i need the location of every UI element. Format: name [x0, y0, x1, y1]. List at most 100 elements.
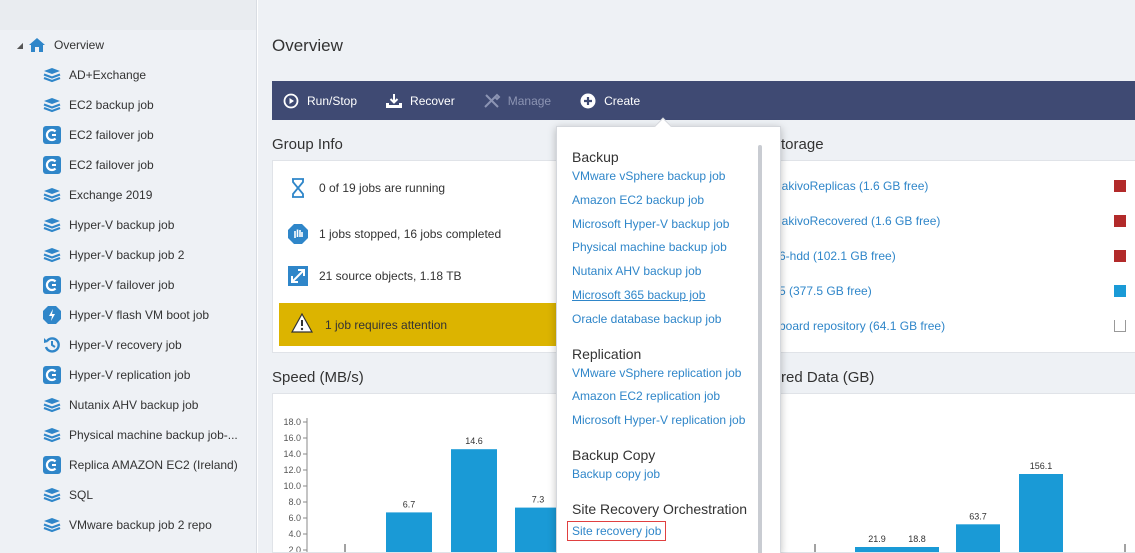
menu-item[interactable]: Physical machine backup job: [572, 240, 727, 254]
bar: [855, 547, 899, 552]
source-objects-text: 21 source objects, 1.18 TB: [319, 269, 462, 283]
sidebar-item-job[interactable]: Hyper-V replication job: [0, 360, 256, 390]
bar-value-label: 156.1: [1030, 461, 1053, 471]
manage-button[interactable]: Manage: [483, 92, 551, 110]
bar-value-label: 21.9: [868, 534, 886, 544]
menu-item[interactable]: Site recovery job: [567, 520, 667, 541]
dropdown-scrollbar[interactable]: [758, 145, 762, 553]
sidebar-item-label: Hyper-V recovery job: [69, 338, 182, 352]
replication-job-icon: [43, 456, 61, 474]
attention-text: 1 job requires attention: [325, 317, 448, 332]
storage-row[interactable]: 5 (377.5 GB free): [775, 281, 1135, 301]
y-tick-label: 14.0: [283, 449, 301, 459]
menu-item[interactable]: Backup copy job: [572, 467, 660, 481]
sidebar-item-job[interactable]: Hyper-V backup job: [0, 210, 256, 240]
storage-row[interactable]: 6-hdd (102.1 GB free): [775, 246, 1135, 266]
storage-row[interactable]: lakivoRecovered (1.6 GB free): [775, 211, 1135, 231]
menu-section-heading: Backup: [572, 149, 619, 165]
storage-usage-swatch: [1114, 215, 1126, 227]
menu-section-heading: Site Recovery Orchestration: [572, 500, 748, 517]
tools-icon: [483, 92, 501, 110]
menu-item[interactable]: Nutanix AHV backup job: [572, 264, 701, 278]
sidebar-item-job[interactable]: Exchange 2019: [0, 180, 256, 210]
menu-section-heading: Backup Copy: [572, 447, 656, 463]
backup-job-icon: [43, 96, 61, 114]
sidebar-item-label: Hyper-V replication job: [69, 368, 191, 382]
bar-value-label: 7.3: [532, 495, 545, 505]
sidebar-item-job[interactable]: Nutanix AHV backup job: [0, 390, 256, 420]
running-jobs-row: 0 of 19 jobs are running: [273, 177, 445, 199]
sidebar: ◢ Overview AD+Exchange EC2 backup job EC2 …: [0, 0, 257, 553]
sidebar-item-job[interactable]: SQL: [0, 480, 256, 510]
group-info-title: Group Info: [272, 136, 343, 153]
sidebar-item-job[interactable]: VMware backup job 2 repo: [0, 510, 256, 540]
stopped-jobs-text: 1 jobs stopped, 16 jobs completed: [319, 227, 502, 241]
recover-label: Recover: [410, 93, 455, 108]
menu-item[interactable]: VMware vSphere replication job: [572, 366, 741, 380]
storage-panel: lakivoReplicas (1.6 GB free) lakivoRecove…: [774, 160, 1135, 353]
backup-job-icon: [43, 516, 61, 534]
bar: [1019, 474, 1063, 552]
menu-item[interactable]: Microsoft Hyper-V replication job: [572, 413, 745, 427]
stop-hand-icon: [287, 223, 309, 245]
sidebar-item-job[interactable]: Hyper-V backup job 2: [0, 240, 256, 270]
attention-banner[interactable]: 1 job requires attention: [279, 303, 569, 346]
run-stop-button[interactable]: Run/Stop: [282, 92, 357, 110]
menu-item[interactable]: Microsoft 365 backup job: [572, 288, 705, 302]
bar-value-label: 18.8: [908, 534, 926, 544]
menu-item[interactable]: Microsoft Hyper-V backup job: [572, 217, 729, 231]
sidebar-item-label: Physical machine backup job-...: [69, 428, 238, 442]
menu-item[interactable]: Oracle database backup job: [572, 312, 721, 326]
backup-job-icon: [43, 186, 61, 204]
sidebar-item-job[interactable]: Physical machine backup job-...: [0, 420, 256, 450]
sidebar-item-label: Replica AMAZON EC2 (Ireland): [69, 458, 238, 472]
sidebar-item-job[interactable]: Hyper-V flash VM boot job: [0, 300, 256, 330]
resize-arrows-icon: [287, 265, 309, 287]
create-label: Create: [604, 93, 641, 108]
stored-data-chart-panel: 21.9 18.8 63.7 156.1: [774, 393, 1135, 553]
collapse-caret-icon[interactable]: ◢: [14, 41, 26, 50]
storage-label[interactable]: lakivoRecovered (1.6 GB free): [779, 214, 940, 228]
storage-label[interactable]: 5 (377.5 GB free): [779, 284, 872, 298]
storage-usage-swatch: [1114, 285, 1126, 297]
sidebar-item-label: Hyper-V flash VM boot job: [69, 308, 210, 322]
sidebar-item-job[interactable]: EC2 failover job: [0, 120, 256, 150]
create-button[interactable]: Create: [579, 92, 640, 110]
recover-button[interactable]: Recover: [385, 92, 455, 110]
sidebar-top-strip: [0, 0, 256, 30]
running-jobs-text: 0 of 19 jobs are running: [319, 181, 446, 195]
sidebar-item-label: Hyper-V backup job 2: [69, 248, 185, 262]
sidebar-item-job[interactable]: Replica AMAZON EC2 (Ireland): [0, 450, 256, 480]
storage-label[interactable]: lakivoReplicas (1.6 GB free): [779, 179, 928, 193]
sidebar-item-job[interactable]: Hyper-V recovery job: [0, 330, 256, 360]
speed-chart: 18.0 16.0 14.0 12.0 10.0 8.0 6.0 4.0 2.0 6.7 14.6 7…: [283, 417, 561, 552]
sidebar-item-job[interactable]: EC2 failover job: [0, 150, 256, 180]
sidebar-item-job[interactable]: EC2 backup job: [0, 90, 256, 120]
bar-value-label: 14.6: [465, 436, 483, 446]
bar-value-label: 63.7: [969, 511, 987, 521]
storage-row[interactable]: lakivoReplicas (1.6 GB free): [775, 176, 1135, 196]
y-tick-label: 12.0: [283, 465, 301, 475]
manage-label: Manage: [507, 93, 552, 108]
failover-job-icon: [43, 126, 61, 144]
recovery-job-icon: [43, 336, 61, 354]
sidebar-item-job[interactable]: Hyper-V failover job: [0, 270, 256, 300]
bar: [386, 512, 432, 552]
failover-job-icon: [43, 156, 61, 174]
speed-chart-panel: 18.0 16.0 14.0 12.0 10.0 8.0 6.0 4.0 2.0 6.7 14.6 7…: [272, 393, 572, 553]
sidebar-item-job[interactable]: AD+Exchange: [0, 60, 256, 90]
sidebar-item-label: Overview: [54, 38, 105, 52]
sidebar-item-overview[interactable]: ◢ Overview: [0, 30, 256, 60]
y-tick-label: 18.0: [283, 417, 301, 427]
storage-label[interactable]: board repository (64.1 GB free): [779, 319, 945, 333]
menu-item[interactable]: VMware vSphere backup job: [572, 169, 725, 183]
storage-row[interactable]: board repository (64.1 GB free): [775, 316, 1135, 336]
bar-value-label: 6.7: [403, 499, 416, 509]
toolbar: Run/Stop Recover Manage Create: [272, 81, 1135, 120]
menu-item[interactable]: Amazon EC2 replication job: [572, 389, 720, 403]
storage-title: torage: [781, 136, 824, 153]
sidebar-item-label: Exchange 2019: [69, 188, 153, 202]
storage-label[interactable]: 6-hdd (102.1 GB free): [779, 249, 896, 263]
sidebar-item-label: VMware backup job 2 repo: [69, 518, 212, 532]
menu-item[interactable]: Amazon EC2 backup job: [572, 193, 704, 207]
